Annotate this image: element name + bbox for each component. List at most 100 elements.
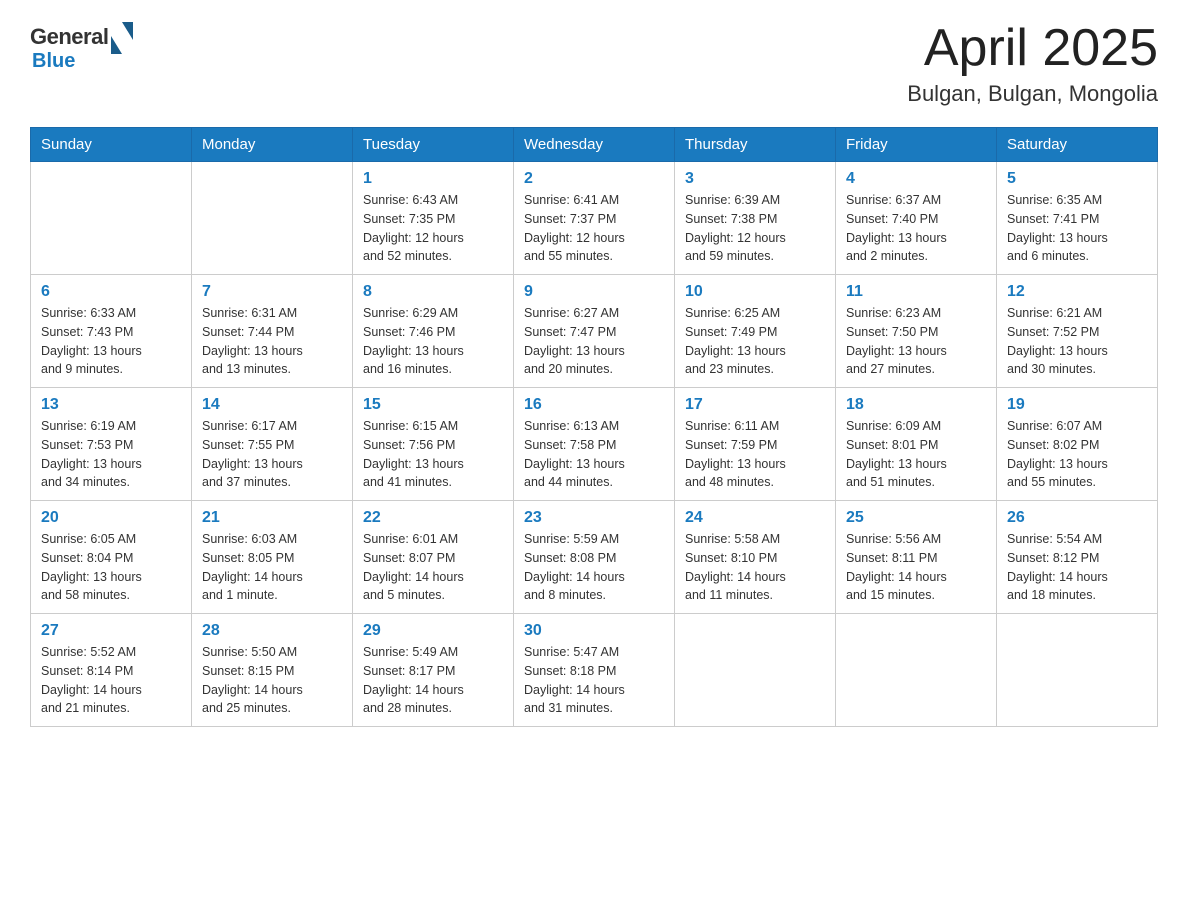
day-info: Sunrise: 6:41 AM Sunset: 7:37 PM Dayligh… bbox=[524, 191, 664, 266]
day-info: Sunrise: 5:59 AM Sunset: 8:08 PM Dayligh… bbox=[524, 530, 664, 605]
calendar-cell: 5 Sunrise: 6:35 AM Sunset: 7:41 PM Daylig… bbox=[997, 162, 1158, 275]
title-section: April 2025 Bulgan, Bulgan, Mongolia bbox=[907, 20, 1158, 107]
day-info: Sunrise: 6:23 AM Sunset: 7:50 PM Dayligh… bbox=[846, 304, 986, 379]
day-info: Sunrise: 6:01 AM Sunset: 8:07 PM Dayligh… bbox=[363, 530, 503, 605]
calendar-week-row: 1 Sunrise: 6:43 AM Sunset: 7:35 PM Daylig… bbox=[31, 162, 1158, 275]
day-info: Sunrise: 6:19 AM Sunset: 7:53 PM Dayligh… bbox=[41, 417, 181, 492]
day-number: 25 bbox=[846, 509, 986, 527]
logo: General Blue bbox=[30, 20, 133, 73]
day-info: Sunrise: 6:25 AM Sunset: 7:49 PM Dayligh… bbox=[685, 304, 825, 379]
day-number: 6 bbox=[41, 283, 181, 301]
day-info: Sunrise: 6:07 AM Sunset: 8:02 PM Dayligh… bbox=[1007, 417, 1147, 492]
day-number: 18 bbox=[846, 396, 986, 414]
calendar-table: SundayMondayTuesdayWednesdayThursdayFrid… bbox=[30, 127, 1158, 727]
page-header: General Blue April 2025 Bulgan, Bulgan, … bbox=[30, 20, 1158, 107]
day-number: 3 bbox=[685, 170, 825, 188]
calendar-cell: 18 Sunrise: 6:09 AM Sunset: 8:01 PM Dayli… bbox=[836, 388, 997, 501]
day-info: Sunrise: 5:50 AM Sunset: 8:15 PM Dayligh… bbox=[202, 643, 342, 718]
calendar-cell bbox=[997, 614, 1158, 727]
day-info: Sunrise: 6:39 AM Sunset: 7:38 PM Dayligh… bbox=[685, 191, 825, 266]
day-info: Sunrise: 6:21 AM Sunset: 7:52 PM Dayligh… bbox=[1007, 304, 1147, 379]
calendar-cell: 26Sunrise: 5:54 AM Sunset: 8:12 PM Dayli… bbox=[997, 501, 1158, 614]
calendar-cell bbox=[192, 162, 353, 275]
weekday-header-friday: Friday bbox=[836, 128, 997, 162]
day-info: Sunrise: 5:56 AM Sunset: 8:11 PM Dayligh… bbox=[846, 530, 986, 605]
weekday-header-saturday: Saturday bbox=[997, 128, 1158, 162]
calendar-cell: 24 Sunrise: 5:58 AM Sunset: 8:10 PM Dayli… bbox=[675, 501, 836, 614]
calendar-cell bbox=[836, 614, 997, 727]
logo-general-text: General bbox=[30, 24, 108, 50]
day-info: Sunrise: 6:29 AM Sunset: 7:46 PM Dayligh… bbox=[363, 304, 503, 379]
calendar-cell: 28 Sunrise: 5:50 AM Sunset: 8:15 PM Dayli… bbox=[192, 614, 353, 727]
day-number: 16 bbox=[524, 396, 664, 414]
day-info: Sunrise: 6:17 AM Sunset: 7:55 PM Dayligh… bbox=[202, 417, 342, 492]
day-number: 22 bbox=[363, 509, 503, 527]
day-info: Sunrise: 5:58 AM Sunset: 8:10 PM Dayligh… bbox=[685, 530, 825, 605]
day-info: Sunrise: 5:47 AM Sunset: 8:18 PM Dayligh… bbox=[524, 643, 664, 718]
day-info: Sunrise: 6:35 AM Sunset: 7:41 PM Dayligh… bbox=[1007, 191, 1147, 266]
day-number: 30 bbox=[524, 622, 664, 640]
day-number: 13 bbox=[41, 396, 181, 414]
calendar-cell: 23 Sunrise: 5:59 AM Sunset: 8:08 PM Dayli… bbox=[514, 501, 675, 614]
day-number: 7 bbox=[202, 283, 342, 301]
logo-blue-text: Blue bbox=[32, 50, 133, 73]
day-number: 14 bbox=[202, 396, 342, 414]
calendar-cell: 11 Sunrise: 6:23 AM Sunset: 7:50 PM Dayli… bbox=[836, 275, 997, 388]
day-number: 29 bbox=[363, 622, 503, 640]
calendar-cell: 6 Sunrise: 6:33 AM Sunset: 7:43 PM Daylig… bbox=[31, 275, 192, 388]
day-number: 24 bbox=[685, 509, 825, 527]
calendar-cell: 15 Sunrise: 6:15 AM Sunset: 7:56 PM Dayli… bbox=[353, 388, 514, 501]
day-number: 19 bbox=[1007, 396, 1147, 414]
weekday-header-tuesday: Tuesday bbox=[353, 128, 514, 162]
day-number: 15 bbox=[363, 396, 503, 414]
calendar-cell: 25 Sunrise: 5:56 AM Sunset: 8:11 PM Dayli… bbox=[836, 501, 997, 614]
weekday-header-monday: Monday bbox=[192, 128, 353, 162]
day-number: 26 bbox=[1007, 509, 1147, 527]
calendar-cell: 10Sunrise: 6:25 AM Sunset: 7:49 PM Dayli… bbox=[675, 275, 836, 388]
calendar-cell: 7Sunrise: 6:31 AM Sunset: 7:44 PM Daylig… bbox=[192, 275, 353, 388]
day-number: 20 bbox=[41, 509, 181, 527]
day-info: Sunrise: 6:37 AM Sunset: 7:40 PM Dayligh… bbox=[846, 191, 986, 266]
day-number: 11 bbox=[846, 283, 986, 301]
calendar-cell: 16Sunrise: 6:13 AM Sunset: 7:58 PM Dayli… bbox=[514, 388, 675, 501]
day-info: Sunrise: 6:33 AM Sunset: 7:43 PM Dayligh… bbox=[41, 304, 181, 379]
calendar-cell: 21Sunrise: 6:03 AM Sunset: 8:05 PM Dayli… bbox=[192, 501, 353, 614]
day-info: Sunrise: 6:15 AM Sunset: 7:56 PM Dayligh… bbox=[363, 417, 503, 492]
calendar-cell: 13 Sunrise: 6:19 AM Sunset: 7:53 PM Dayli… bbox=[31, 388, 192, 501]
calendar-cell: 20 Sunrise: 6:05 AM Sunset: 8:04 PM Dayli… bbox=[31, 501, 192, 614]
day-number: 8 bbox=[363, 283, 503, 301]
day-info: Sunrise: 6:09 AM Sunset: 8:01 PM Dayligh… bbox=[846, 417, 986, 492]
weekday-header-thursday: Thursday bbox=[675, 128, 836, 162]
calendar-cell: 19 Sunrise: 6:07 AM Sunset: 8:02 PM Dayli… bbox=[997, 388, 1158, 501]
weekday-header-row: SundayMondayTuesdayWednesdayThursdayFrid… bbox=[31, 128, 1158, 162]
day-number: 5 bbox=[1007, 170, 1147, 188]
calendar-cell: 22 Sunrise: 6:01 AM Sunset: 8:07 PM Dayli… bbox=[353, 501, 514, 614]
day-info: Sunrise: 5:49 AM Sunset: 8:17 PM Dayligh… bbox=[363, 643, 503, 718]
day-info: Sunrise: 5:52 AM Sunset: 8:14 PM Dayligh… bbox=[41, 643, 181, 718]
day-number: 9 bbox=[524, 283, 664, 301]
calendar-cell: 29 Sunrise: 5:49 AM Sunset: 8:17 PM Dayli… bbox=[353, 614, 514, 727]
month-title: April 2025 bbox=[907, 20, 1158, 77]
day-number: 17 bbox=[685, 396, 825, 414]
calendar-cell: 2 Sunrise: 6:41 AM Sunset: 7:37 PM Daylig… bbox=[514, 162, 675, 275]
calendar-cell: 12 Sunrise: 6:21 AM Sunset: 7:52 PM Dayli… bbox=[997, 275, 1158, 388]
calendar-cell: 1 Sunrise: 6:43 AM Sunset: 7:35 PM Daylig… bbox=[353, 162, 514, 275]
weekday-header-wednesday: Wednesday bbox=[514, 128, 675, 162]
day-number: 2 bbox=[524, 170, 664, 188]
day-info: Sunrise: 6:43 AM Sunset: 7:35 PM Dayligh… bbox=[363, 191, 503, 266]
calendar-cell: 27Sunrise: 5:52 AM Sunset: 8:14 PM Dayli… bbox=[31, 614, 192, 727]
calendar-cell: 4Sunrise: 6:37 AM Sunset: 7:40 PM Daylig… bbox=[836, 162, 997, 275]
day-info: Sunrise: 6:05 AM Sunset: 8:04 PM Dayligh… bbox=[41, 530, 181, 605]
calendar-week-row: 27Sunrise: 5:52 AM Sunset: 8:14 PM Dayli… bbox=[31, 614, 1158, 727]
calendar-cell: 3 Sunrise: 6:39 AM Sunset: 7:38 PM Daylig… bbox=[675, 162, 836, 275]
day-number: 12 bbox=[1007, 283, 1147, 301]
day-info: Sunrise: 6:03 AM Sunset: 8:05 PM Dayligh… bbox=[202, 530, 342, 605]
calendar-cell bbox=[31, 162, 192, 275]
day-number: 23 bbox=[524, 509, 664, 527]
location-title: Bulgan, Bulgan, Mongolia bbox=[907, 81, 1158, 107]
calendar-week-row: 6 Sunrise: 6:33 AM Sunset: 7:43 PM Daylig… bbox=[31, 275, 1158, 388]
calendar-cell: 30 Sunrise: 5:47 AM Sunset: 8:18 PM Dayli… bbox=[514, 614, 675, 727]
day-number: 28 bbox=[202, 622, 342, 640]
day-number: 1 bbox=[363, 170, 503, 188]
calendar-cell: 8 Sunrise: 6:29 AM Sunset: 7:46 PM Daylig… bbox=[353, 275, 514, 388]
